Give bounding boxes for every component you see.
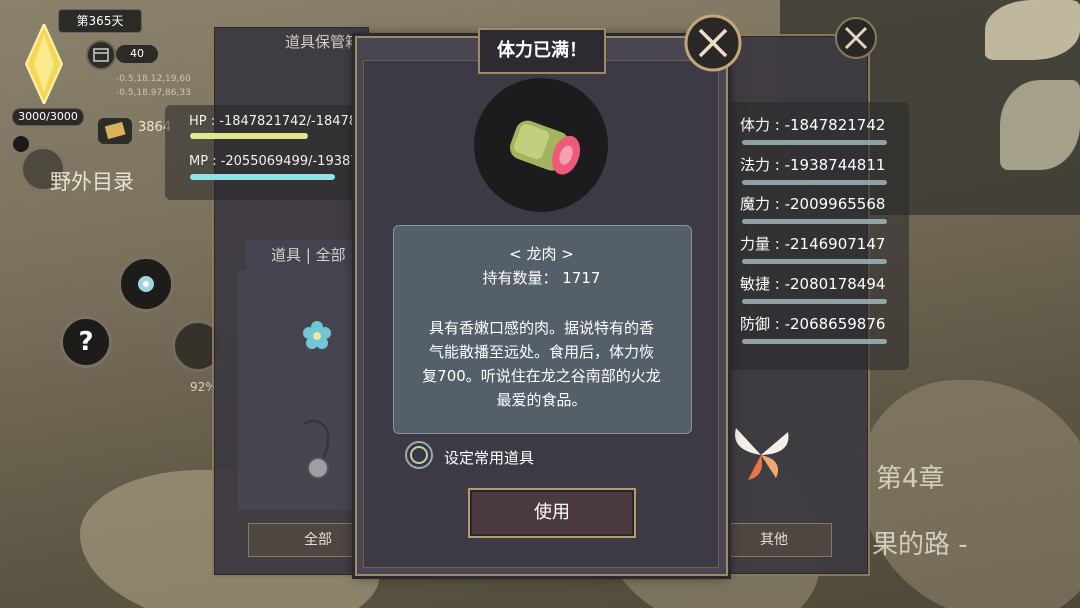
- hp-bar: [190, 133, 308, 139]
- item-image-frame: [474, 78, 608, 212]
- stat-bar: [742, 180, 887, 185]
- stat-bar: [742, 299, 887, 304]
- gold-icon: [98, 118, 132, 144]
- use-button[interactable]: 使用: [468, 488, 636, 538]
- chapter-subtitle: 果的路 -: [872, 530, 968, 560]
- close-icon[interactable]: [683, 13, 743, 73]
- field-menu-label[interactable]: 野外目录: [50, 166, 134, 196]
- calendar-count: 40: [116, 45, 158, 63]
- storage-title: 道具保管箱: [284, 33, 360, 51]
- dialog-title: 体力已满！: [478, 28, 606, 74]
- crystal-icon: [24, 24, 64, 104]
- stat-bar: [742, 140, 887, 145]
- filter-other-button[interactable]: 其他: [716, 523, 832, 557]
- close-icon[interactable]: [834, 16, 878, 60]
- stat-bar: [742, 259, 887, 264]
- stat-strength: 力量 : -2146907147: [740, 235, 886, 253]
- flower-icon[interactable]: [118, 256, 174, 312]
- meat-icon: [509, 120, 581, 175]
- calendar-icon[interactable]: [86, 40, 116, 70]
- stat-mana: 魔力 : -2009965568: [740, 195, 886, 213]
- item-name: < 龙肉 >: [509, 245, 574, 263]
- stat-magic: 法力 : -1938744811: [740, 156, 886, 174]
- checkbox-ring: [410, 446, 428, 464]
- fairy-wing-icon[interactable]: [726, 420, 796, 490]
- stat-defense: 防御 : -2068659876: [740, 315, 886, 333]
- necklace-icon[interactable]: [296, 418, 336, 488]
- stat-bar: [742, 339, 887, 344]
- hud-small-text-1: -0.5,18.12,19,60: [116, 74, 191, 84]
- item-description: 具有香嫩口感的肉。据说特有的香 气能散播至远处。食用后，体力恢 复700。听说住…: [414, 316, 669, 412]
- status-dot: [13, 136, 29, 152]
- item-quantity: 持有数量： 1717: [482, 269, 601, 287]
- day-badge: 第365天: [58, 9, 142, 33]
- stat-bar: [742, 219, 887, 224]
- hud-small-text-2: -0.5,18.97,86,33: [116, 88, 191, 98]
- item-description-line: 具有香嫩口感的肉。据说特有的香: [428, 319, 654, 337]
- blue-flower-icon[interactable]: [300, 318, 334, 352]
- favorite-checkbox-label[interactable]: 设定常用道具: [444, 447, 534, 468]
- item-list: [238, 270, 363, 510]
- hp-capacity: 3000/3000: [12, 108, 84, 126]
- item-description-line: 气能散播至远处。食用后，体力恢: [428, 343, 654, 361]
- stat-agility: 敏捷 : -2080178494: [740, 275, 886, 293]
- stat-stamina: 体力 : -1847821742: [740, 116, 886, 134]
- chapter-title: 第4章: [876, 464, 945, 494]
- item-description-line: 最爱的食品。: [496, 391, 587, 409]
- mp-bar: [190, 174, 335, 180]
- help-icon[interactable]: ?: [60, 316, 112, 368]
- item-description-line: 复700。听说住在龙之谷南部的火龙: [422, 367, 661, 385]
- item-category-tabs[interactable]: 道具 | 全部: [246, 240, 356, 270]
